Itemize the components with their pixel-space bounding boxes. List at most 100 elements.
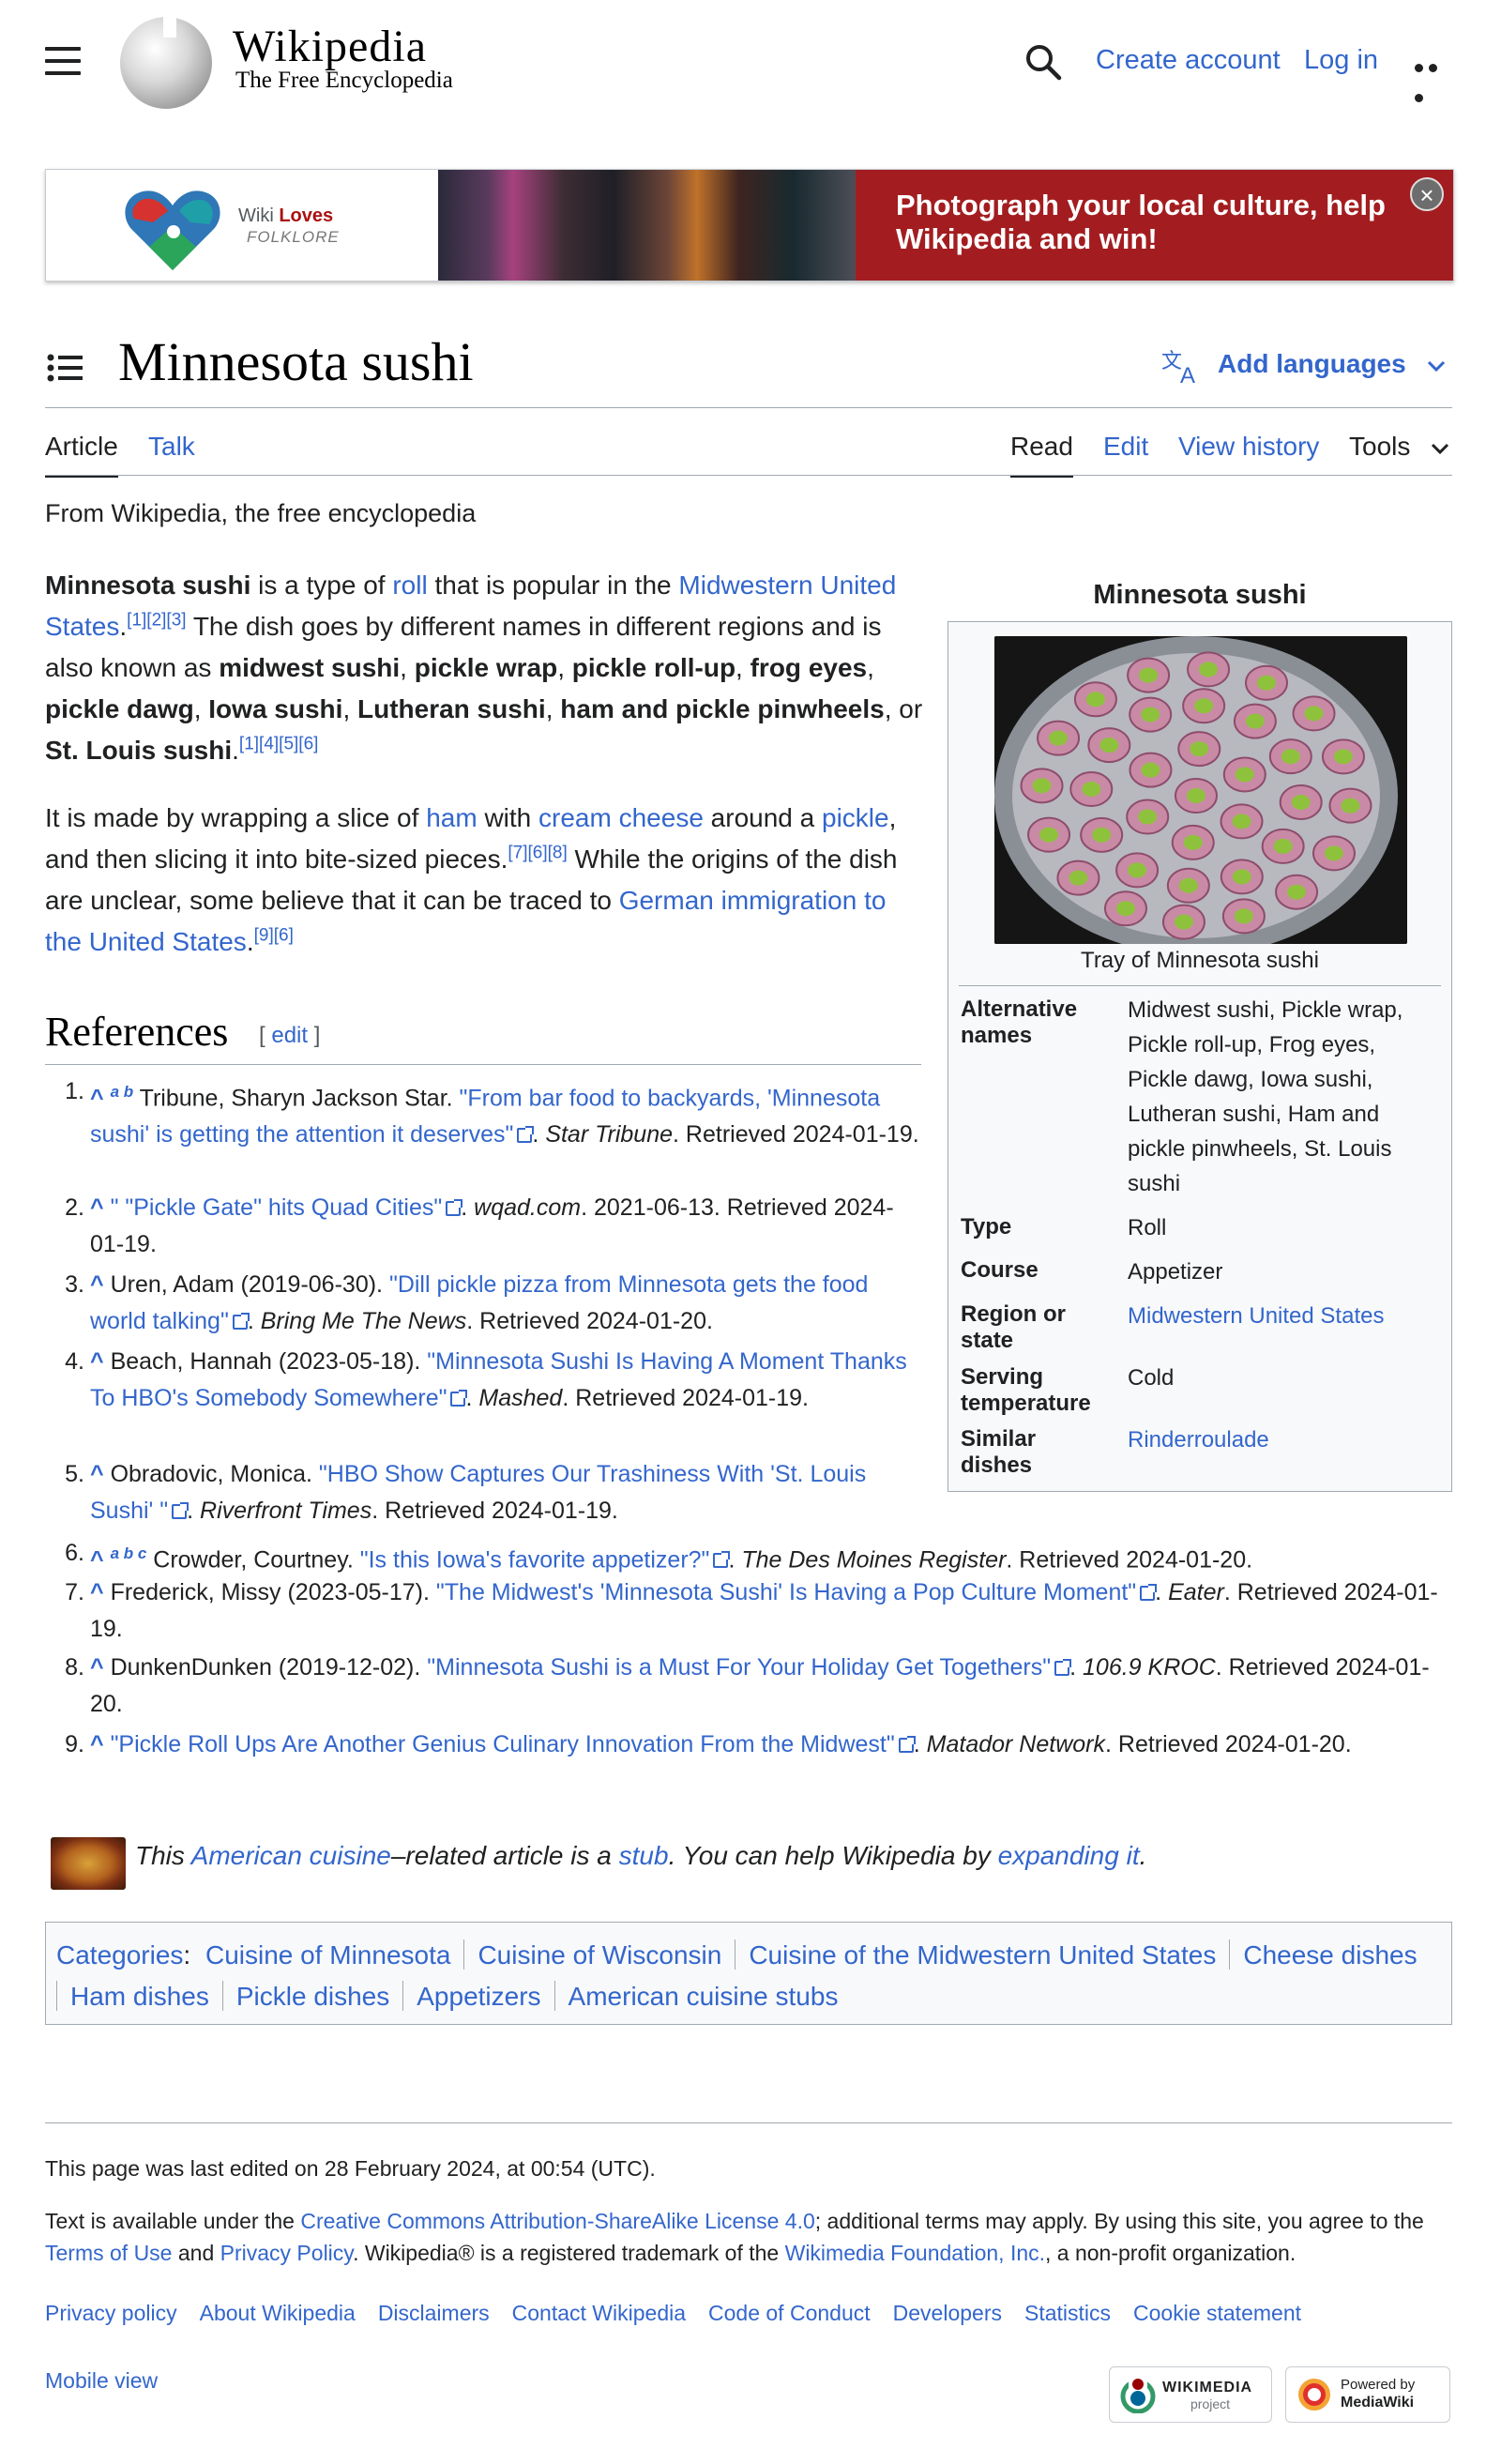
infobox-image[interactable] (994, 636, 1407, 944)
backlink-caret[interactable]: ^ (90, 1348, 104, 1375)
tab-read[interactable]: Read (1010, 432, 1073, 478)
backlink-caret[interactable]: ^ (90, 1654, 104, 1681)
wikipedia-globe-logo[interactable] (120, 17, 212, 109)
external-link-icon (1140, 1584, 1158, 1601)
infobox-link[interactable]: Midwestern United States (1128, 1299, 1437, 1333)
translate-icon[interactable]: 文 A (1161, 347, 1203, 388)
footer-link-about[interactable]: About Wikipedia (200, 2301, 356, 2325)
sushi-tray-illustration (994, 636, 1407, 944)
infobox-value: Midwest sushi, Pickle wrap, Pickle roll-… (1128, 997, 1403, 1196)
pickle-center (1141, 762, 1160, 778)
roll-link[interactable]: roll (392, 570, 427, 600)
reference-publisher: Matador Network (926, 1731, 1105, 1757)
categories-label[interactable]: Categories (56, 1940, 183, 1970)
categories-row: Ham dishes Pickle dishes Appetizers America… (56, 1976, 838, 2017)
terms-link[interactable]: Terms of Use (45, 2241, 172, 2265)
footer-link-privacy[interactable]: Privacy policy (45, 2301, 177, 2325)
infobox-link[interactable]: Rinderroulade (1128, 1422, 1437, 1457)
american-cuisine-link[interactable]: American cuisine (191, 1841, 391, 1870)
menu-icon[interactable] (45, 47, 81, 75)
infobox-label: Type (961, 1214, 1012, 1240)
category-link[interactable]: Cuisine of Minnesota (205, 1940, 450, 1970)
wikimedia-badge[interactable]: WIKIMEDIA project (1109, 2366, 1272, 2423)
category-link[interactable]: Cuisine of Wisconsin (478, 1940, 721, 1970)
cream-cheese-link[interactable]: cream cheese (538, 803, 704, 832)
pickle-center (1138, 809, 1158, 825)
stub-image[interactable] (51, 1837, 126, 1890)
add-languages-button[interactable]: Add languages (1218, 349, 1406, 379)
section-edit: [ edit ] (259, 1023, 320, 1049)
backlink-caret[interactable]: ^ (90, 1085, 104, 1111)
edit-section-link[interactable]: edit (271, 1023, 308, 1048)
footer-link-statistics[interactable]: Statistics (1024, 2301, 1111, 2325)
backlink-caret[interactable]: ^ (90, 1271, 104, 1298)
footer-link-developers[interactable]: Developers (893, 2301, 1002, 2325)
log-in-link[interactable]: Log in (1304, 45, 1378, 76)
footer-link-cookies[interactable]: Cookie statement (1133, 2301, 1301, 2325)
text: . (913, 1731, 927, 1757)
tools-chevron-icon[interactable] (1430, 441, 1450, 456)
close-icon[interactable]: × (1410, 177, 1444, 211)
more-icon[interactable] (1415, 49, 1456, 102)
tab-article[interactable]: Article (45, 432, 118, 478)
expanding-link[interactable]: expanding it (998, 1841, 1140, 1870)
chevron-down-icon[interactable] (1426, 358, 1447, 373)
page-title: Minnesota sushi (118, 331, 474, 392)
create-account-link[interactable]: Create account (1096, 45, 1281, 76)
citation[interactable]: [1][4][5][6] (239, 735, 319, 754)
backlink-caret[interactable]: ^ (90, 1194, 104, 1221)
license-link[interactable]: Creative Commons Attribution-ShareAlike … (300, 2209, 814, 2233)
footer-link-contact[interactable]: Contact Wikipedia (512, 2301, 686, 2325)
search-icon[interactable] (1024, 43, 1062, 81)
backlink-letters[interactable]: a b c (111, 1544, 147, 1562)
lead-term: Minnesota sushi (45, 570, 251, 600)
footer-link-code-of-conduct[interactable]: Code of Conduct (708, 2301, 871, 2325)
mediawiki-badge[interactable]: Powered by MediaWiki (1285, 2366, 1450, 2423)
backlink-letters[interactable]: a b (111, 1083, 134, 1101)
citation[interactable]: [7][6][8] (508, 844, 567, 863)
campaign-banner[interactable]: Wiki Loves FOLKLORE Photograph your loca… (45, 169, 1454, 281)
stub-link[interactable]: stub (619, 1841, 669, 1870)
backlink-caret[interactable]: ^ (90, 1731, 104, 1757)
backlink-caret[interactable]: ^ (90, 1579, 104, 1605)
category-link[interactable]: Pickle dishes (236, 1982, 389, 2011)
site-title[interactable]: Wikipedia (233, 21, 427, 72)
privacy-policy-link[interactable]: Privacy Policy (220, 2241, 353, 2265)
reference-title-link[interactable]: "Pickle Roll Ups Are Another Genius Culi… (111, 1731, 895, 1757)
pickle-center (1178, 877, 1198, 893)
infobox-label: Region or state (961, 1301, 1066, 1353)
reference-title-link[interactable]: " "Pickle Gate" hits Quad Cities" (111, 1194, 443, 1221)
category-link[interactable]: Cuisine of the Midwestern United States (749, 1940, 1216, 1970)
pickle-center (1232, 814, 1251, 829)
banner-message[interactable]: Photograph your local culture, help Wiki… (896, 189, 1421, 256)
citation[interactable]: [1][2][3] (127, 611, 186, 631)
citation[interactable]: [9][6] (254, 926, 294, 946)
mobile-view-link[interactable]: Mobile view (45, 2365, 233, 2396)
category-link[interactable]: American cuisine stubs (569, 1982, 839, 2011)
pickle-center (1245, 713, 1265, 729)
reference-author: Beach, Hannah (2023-05-18). (110, 1348, 428, 1375)
infobox-value: Cold (1128, 1365, 1175, 1391)
backlink-caret[interactable]: ^ (90, 1546, 104, 1573)
tab-tools[interactable]: Tools (1349, 432, 1410, 462)
tab-edit[interactable]: Edit (1103, 432, 1148, 462)
banner-logo-wiki: Wiki (238, 205, 274, 226)
backlink-caret[interactable]: ^ (90, 1461, 104, 1487)
pickle-link[interactable]: pickle (822, 803, 889, 832)
category-link[interactable]: Cheese dishes (1243, 1940, 1417, 1970)
text: with (477, 803, 539, 832)
toc-icon[interactable] (47, 354, 83, 382)
ham-link[interactable]: ham (426, 803, 477, 832)
category-link[interactable]: Appetizers (417, 1982, 540, 2011)
alt-name: Iowa sushi (208, 694, 343, 723)
banner-logo-text: Wiki Loves (238, 205, 333, 227)
reference-title-link[interactable]: "The Midwest's 'Minnesota Sushi' Is Havi… (436, 1579, 1136, 1605)
foundation-link[interactable]: Wikimedia Foundation, Inc. (785, 2241, 1045, 2265)
footer-link-disclaimers[interactable]: Disclaimers (378, 2301, 490, 2325)
reference-title-link[interactable]: "Minnesota Sushi is a Must For Your Holi… (427, 1654, 1051, 1681)
reference-number: 4. (65, 1348, 84, 1375)
tab-view-history[interactable]: View history (1178, 432, 1319, 462)
reference-title-link[interactable]: "Is this Iowa's favorite appetizer?" (360, 1546, 710, 1573)
tab-talk[interactable]: Talk (148, 432, 195, 462)
category-link[interactable]: Ham dishes (70, 1982, 209, 2011)
